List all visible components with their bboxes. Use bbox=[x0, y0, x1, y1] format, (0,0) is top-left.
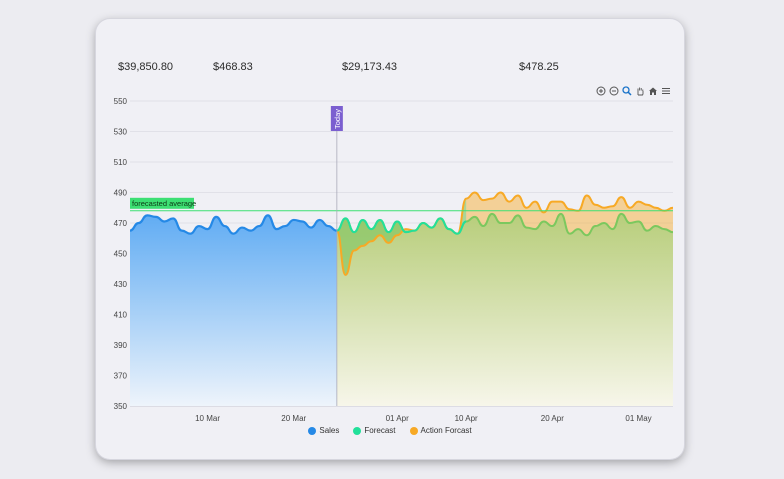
x-tick-label: 20 Mar bbox=[281, 414, 306, 423]
stat-average-forecast: $478.25 bbox=[519, 61, 559, 73]
legend: Sales Forecast Action Forcast bbox=[96, 426, 684, 435]
legend-marker-action-forecast bbox=[409, 426, 418, 435]
x-tick-label: 20 Apr bbox=[541, 414, 564, 423]
y-tick-label: 530 bbox=[114, 128, 128, 137]
legend-item-sales[interactable]: Sales bbox=[308, 426, 339, 435]
y-tick-label: 430 bbox=[114, 280, 128, 289]
x-tick-label: 01 Apr bbox=[386, 414, 409, 423]
y-axis: 550 530 510 490 470 450 430 410 390 370 350 bbox=[114, 97, 128, 411]
y-tick-label: 510 bbox=[114, 158, 128, 167]
x-tick-label: 10 Mar bbox=[195, 414, 220, 423]
x-axis: 10 Mar 20 Mar 01 Apr 10 Apr 20 Apr 01 May bbox=[130, 405, 673, 423]
y-tick-label: 390 bbox=[114, 341, 128, 350]
y-tick-label: 490 bbox=[114, 189, 128, 198]
sales-area bbox=[130, 215, 337, 406]
stat-total-sales: $39,850.80 bbox=[118, 61, 174, 73]
stat-average-sales: $468.83 bbox=[213, 61, 253, 73]
y-tick-label: 470 bbox=[114, 219, 128, 228]
legend-label-forecast: Forecast bbox=[364, 426, 396, 435]
y-tick-label: 450 bbox=[114, 250, 128, 259]
y-tick-label: 410 bbox=[114, 311, 128, 320]
x-tick-label: 01 May bbox=[625, 414, 651, 423]
x-tick-label: 10 Apr bbox=[455, 414, 478, 423]
legend-item-action-forecast[interactable]: Action Forcast bbox=[409, 426, 472, 435]
chart-card: $39,850.80 $468.83 $29,173.43 $478.25 55… bbox=[96, 19, 684, 459]
forecasted-average-label: forecasted average bbox=[132, 199, 196, 208]
legend-item-forecast[interactable]: Forecast bbox=[353, 426, 396, 435]
stat-total-forecast: $29,173.43 bbox=[342, 61, 398, 73]
today-label: Today bbox=[333, 109, 342, 129]
legend-marker-sales bbox=[308, 426, 317, 435]
legend-label-sales: Sales bbox=[319, 426, 340, 435]
y-tick-label: 550 bbox=[114, 97, 128, 106]
y-tick-label: 350 bbox=[114, 402, 128, 411]
legend-label-action-forecast: Action Forcast bbox=[420, 426, 472, 435]
y-tick-label: 370 bbox=[114, 372, 128, 381]
chart-plot: 550 530 510 490 470 450 430 410 390 370 350 10 Mar… bbox=[114, 97, 674, 423]
legend-marker-forecast bbox=[353, 426, 362, 435]
